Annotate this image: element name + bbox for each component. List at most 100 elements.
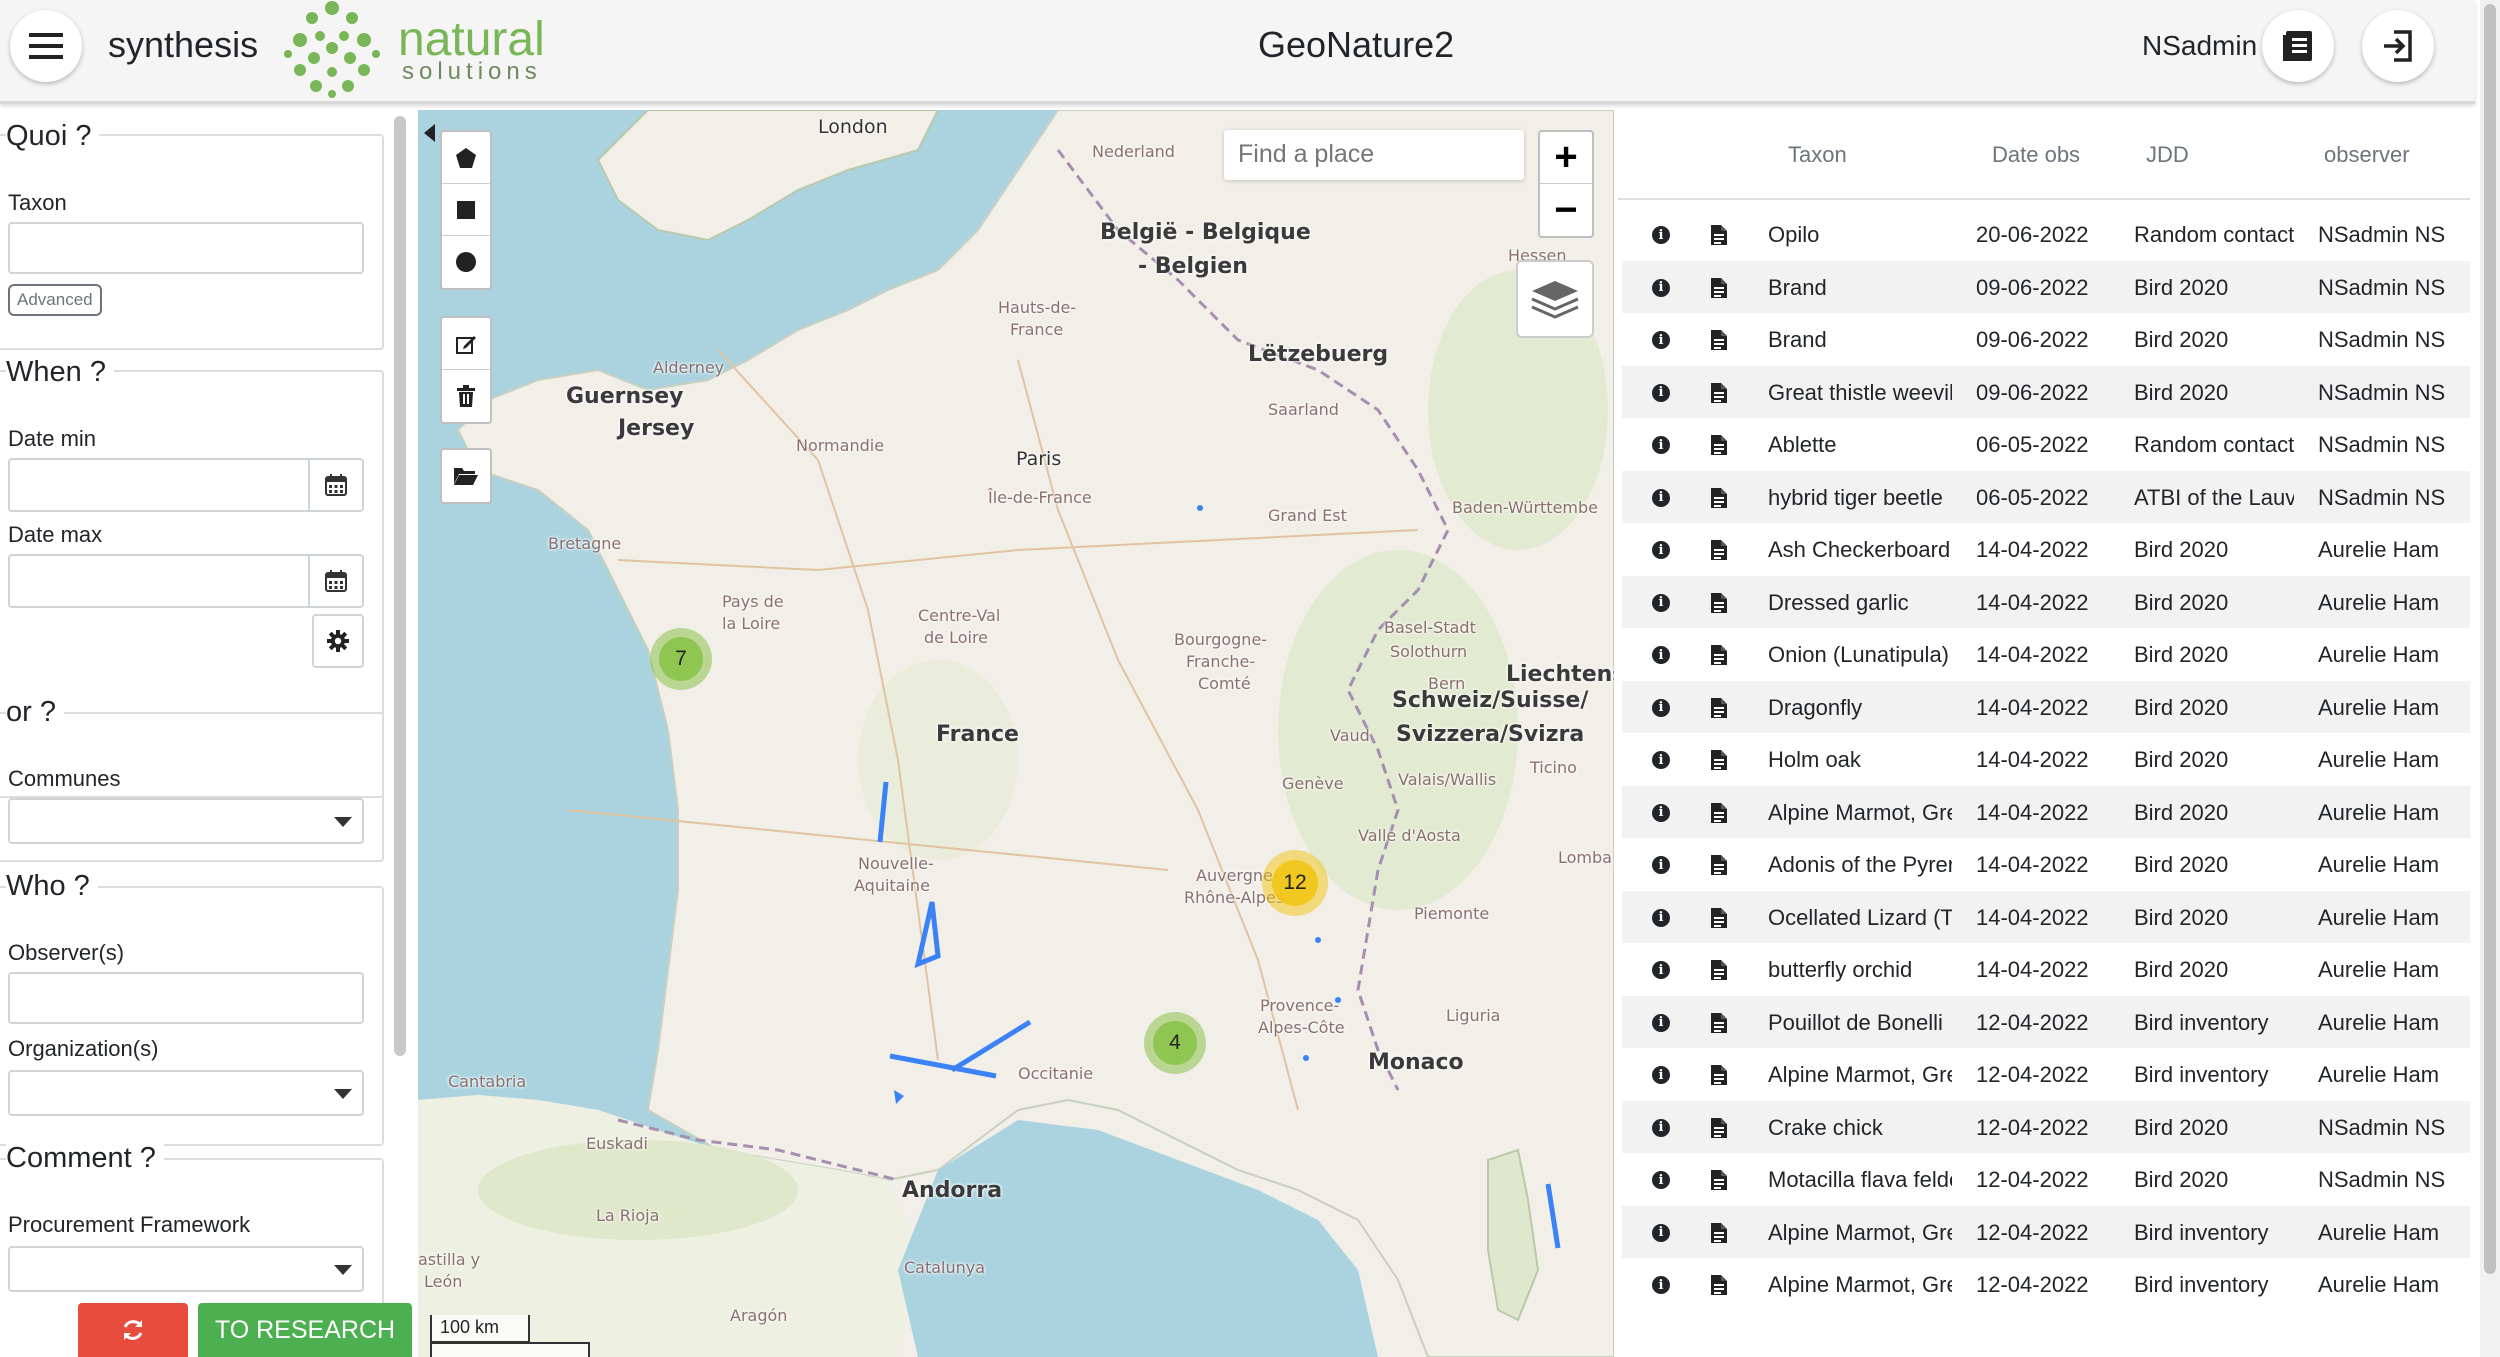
info-icon[interactable]: i [1652, 698, 1670, 717]
info-icon[interactable]: i [1652, 383, 1670, 402]
file-icon[interactable] [1710, 434, 1728, 461]
organization-select[interactable] [8, 1070, 364, 1116]
table-row[interactable]: i butterfly orchid 14-04-2022 Bird 2020 Aure… [1622, 943, 2470, 995]
layers-button[interactable] [1516, 260, 1594, 338]
procurement-select[interactable] [8, 1246, 364, 1292]
communes-select[interactable] [8, 798, 364, 844]
map-view[interactable]: London Nederland België - Belgique - Bel… [418, 110, 1614, 1357]
column-header-date[interactable]: Date obs [1992, 142, 2080, 168]
documentation-button[interactable] [2262, 10, 2334, 82]
info-icon[interactable]: i [1652, 1276, 1670, 1294]
file-icon[interactable] [1710, 697, 1728, 724]
info-icon[interactable]: i [1652, 1223, 1670, 1242]
info-icon[interactable]: i [1652, 278, 1670, 297]
info-icon[interactable]: i [1652, 803, 1670, 822]
table-row[interactable]: i Holm oak 14-04-2022 Bird 2020 Aurelie Ham [1622, 733, 2470, 785]
info-icon[interactable]: i [1652, 436, 1670, 454]
taxon-input[interactable] [8, 222, 364, 274]
file-icon[interactable] [1710, 1117, 1728, 1144]
file-icon[interactable] [1710, 1169, 1728, 1196]
file-icon[interactable] [1710, 1274, 1728, 1301]
file-icon[interactable] [1710, 224, 1728, 251]
info-icon[interactable]: i [1652, 226, 1670, 244]
date-settings-button[interactable] [312, 614, 364, 668]
column-header-taxon[interactable]: Taxon [1788, 142, 1847, 168]
info-icon[interactable]: i [1652, 1066, 1670, 1084]
table-row[interactable]: i Ablette 06-05-2022 Random contact NSadmin … [1622, 418, 2470, 470]
info-icon[interactable]: i [1652, 541, 1670, 559]
table-row[interactable]: i Ocellated Lizard (T 14-04-2022 Bird 2020 A… [1622, 890, 2470, 943]
info-icon[interactable]: i [1652, 593, 1670, 612]
cluster-marker[interactable]: 12 [1262, 850, 1328, 916]
draw-rectangle-button[interactable] [442, 184, 490, 236]
table-row[interactable]: i Brand 09-06-2022 Bird 2020 NSadmin NS [1622, 260, 2470, 313]
draw-circle-button[interactable] [442, 236, 490, 288]
research-button[interactable]: TO RESEARCH [198, 1303, 412, 1357]
info-icon[interactable]: i [1652, 908, 1670, 927]
cluster-marker[interactable]: 7 [650, 628, 712, 690]
table-row[interactable]: i Ash Checkerboard 14-04-2022 Bird 2020 Aure… [1622, 523, 2470, 575]
advanced-button[interactable]: Advanced [8, 284, 102, 316]
info-icon[interactable]: i [1652, 331, 1670, 349]
delete-layers-button[interactable] [442, 370, 490, 422]
table-row[interactable]: i Alpine Marmot, Grey 12-04-2022 Bird inven… [1622, 1205, 2470, 1258]
file-icon[interactable] [1710, 1222, 1728, 1249]
table-row[interactable]: i Brand 09-06-2022 Bird 2020 NSadmin NS [1622, 313, 2470, 365]
find-place-input[interactable]: Find a place [1224, 130, 1524, 180]
info-icon[interactable]: i [1652, 751, 1670, 769]
file-icon[interactable] [1710, 802, 1728, 829]
table-row[interactable]: i Motacilla flava feldegg 12-04-2022 Bird 2… [1622, 1153, 2470, 1205]
zoom-out-button[interactable]: − [1540, 184, 1592, 236]
file-icon[interactable] [1710, 539, 1728, 566]
file-icon[interactable] [1710, 592, 1728, 619]
file-icon[interactable] [1710, 382, 1728, 409]
file-icon[interactable] [1710, 854, 1728, 881]
date-min-input[interactable] [8, 458, 310, 512]
table-row[interactable]: i Dragonfly 14-04-2022 Bird 2020 Aurelie Ham [1622, 680, 2470, 733]
zoom-in-button[interactable]: + [1540, 132, 1592, 184]
info-icon[interactable]: i [1652, 961, 1670, 979]
draw-polygon-button[interactable] [442, 132, 490, 184]
info-icon[interactable]: i [1652, 1171, 1670, 1189]
file-icon[interactable] [1710, 907, 1728, 934]
info-icon[interactable]: i [1652, 488, 1670, 507]
edit-layers-button[interactable] [442, 318, 490, 370]
table-row[interactable]: i Pouillot de Bonelli 12-04-2022 Bird inven… [1622, 995, 2470, 1048]
date-min-calendar-button[interactable] [308, 458, 364, 512]
file-icon[interactable] [1710, 277, 1728, 304]
file-icon[interactable] [1710, 487, 1728, 514]
date-max-input[interactable] [8, 554, 310, 608]
table-row[interactable]: i Opilo 20-06-2022 Random contact NSadmin NS [1622, 208, 2470, 260]
file-icon[interactable] [1710, 329, 1728, 356]
column-header-observer[interactable]: observer [2324, 142, 2410, 168]
table-row[interactable]: i Alpine Marmot, Grey 12-04-2022 Bird inven… [1622, 1048, 2470, 1100]
table-row[interactable]: i Onion (Lunatipula) 14-04-2022 Bird 2020 Au… [1622, 628, 2470, 680]
reset-filters-button[interactable] [78, 1303, 188, 1357]
observers-input[interactable] [8, 972, 364, 1024]
filters-scrollbar[interactable] [394, 116, 406, 1056]
info-icon[interactable]: i [1652, 856, 1670, 874]
info-icon[interactable]: i [1652, 646, 1670, 664]
info-icon[interactable]: i [1652, 1118, 1670, 1137]
file-icon[interactable] [1710, 1064, 1728, 1091]
info-icon[interactable]: i [1652, 1013, 1670, 1032]
collapse-panel-icon[interactable] [424, 124, 435, 142]
table-row[interactable]: i Dressed garlic 14-04-2022 Bird 2020 Aureli… [1622, 575, 2470, 628]
page-scrollbar[interactable] [2484, 4, 2496, 1274]
file-icon[interactable] [1710, 959, 1728, 986]
cluster-marker[interactable]: 4 [1144, 1012, 1206, 1074]
logout-button[interactable] [2362, 10, 2434, 82]
file-icon[interactable] [1710, 749, 1728, 776]
file-icon[interactable] [1710, 1012, 1728, 1039]
table-row[interactable]: i Alpine Marmot, Grey 12-04-2022 Bird inven… [1622, 1258, 2470, 1310]
table-row[interactable]: i Alpine Marmot, Grey 14-04-2022 Bird 2020 A… [1622, 785, 2470, 838]
file-icon[interactable] [1710, 644, 1728, 671]
table-row[interactable]: i Crake chick 12-04-2022 Bird 2020 NSadmin N… [1622, 1100, 2470, 1153]
date-max-calendar-button[interactable] [308, 554, 364, 608]
table-row[interactable]: i Great thistle weevil 09-06-2022 Bird 2020… [1622, 365, 2470, 418]
open-file-button[interactable] [442, 450, 490, 502]
column-header-jdd[interactable]: JDD [2146, 142, 2189, 168]
table-row[interactable]: i Adonis of the Pyrenees 14-04-2022 Bird 20… [1622, 838, 2470, 890]
menu-button[interactable] [10, 10, 82, 82]
table-row[interactable]: i hybrid tiger beetle 06-05-2022 ATBI of th… [1622, 470, 2470, 523]
